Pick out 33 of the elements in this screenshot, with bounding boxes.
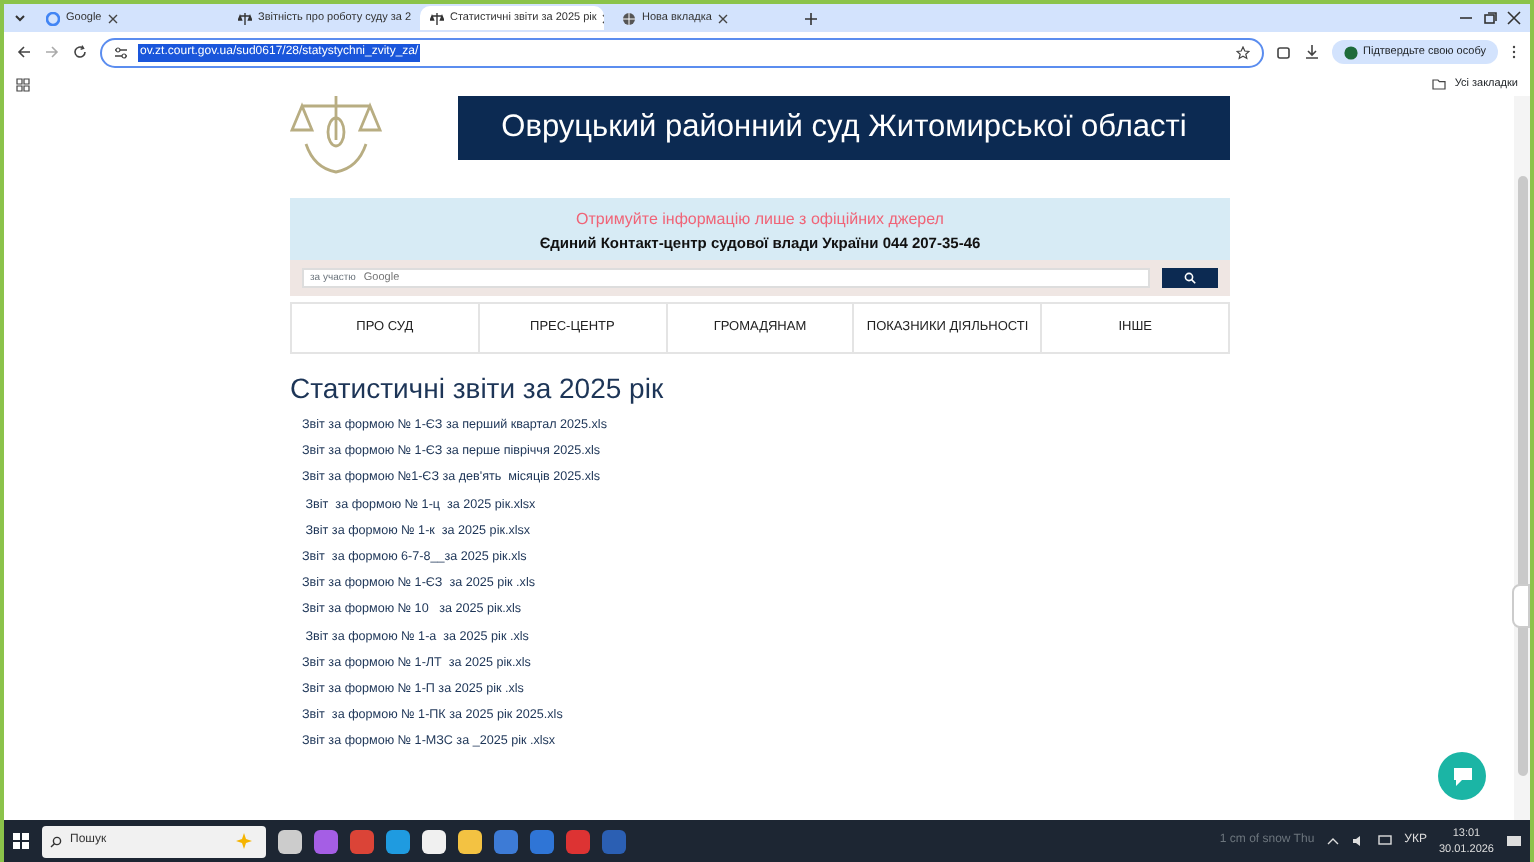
- scrollbar-thumb[interactable]: [1518, 176, 1528, 776]
- scales-emblem-icon: [290, 96, 382, 176]
- scales-icon: [238, 11, 252, 25]
- scrollbar[interactable]: [1514, 96, 1530, 820]
- tab-list-icon[interactable]: [12, 10, 28, 26]
- chat-icon: [1451, 765, 1473, 787]
- notification-icon[interactable]: [1506, 833, 1522, 849]
- apps-icon[interactable]: [16, 77, 30, 91]
- globe-icon: [622, 11, 636, 25]
- back-icon[interactable]: [16, 44, 32, 60]
- extensions-icon[interactable]: [1275, 44, 1292, 60]
- download-icon[interactable]: [1303, 44, 1320, 60]
- chat-button[interactable]: [1438, 752, 1486, 800]
- close-icon[interactable]: [1506, 10, 1522, 26]
- court-name-banner: Овруцький районний суд Житомирської області: [458, 96, 1230, 160]
- page-heading: Статистичні звіти за 2025 рік: [290, 370, 666, 408]
- star-icon[interactable]: [1235, 45, 1250, 59]
- search-icon: [1184, 272, 1196, 285]
- search-icon: [50, 835, 62, 847]
- scales-icon: [430, 11, 444, 25]
- restore-icon[interactable]: [1482, 10, 1498, 26]
- reload-icon[interactable]: [72, 44, 88, 60]
- caret-up-icon[interactable]: [1326, 834, 1341, 848]
- notice-text: Отримуйте інформацію лише з офіційних джерел: [574, 208, 946, 232]
- new-tab-icon[interactable]: [804, 11, 818, 25]
- site-settings-icon[interactable]: [114, 45, 128, 59]
- close-icon[interactable]: [107, 13, 118, 23]
- windows-start-icon[interactable]: [12, 832, 30, 850]
- search-button[interactable]: [1162, 268, 1218, 289]
- close-icon[interactable]: [717, 13, 728, 23]
- menu-icon[interactable]: [1510, 44, 1518, 60]
- network-icon[interactable]: [1378, 834, 1393, 848]
- avatar-icon: [1343, 45, 1358, 59]
